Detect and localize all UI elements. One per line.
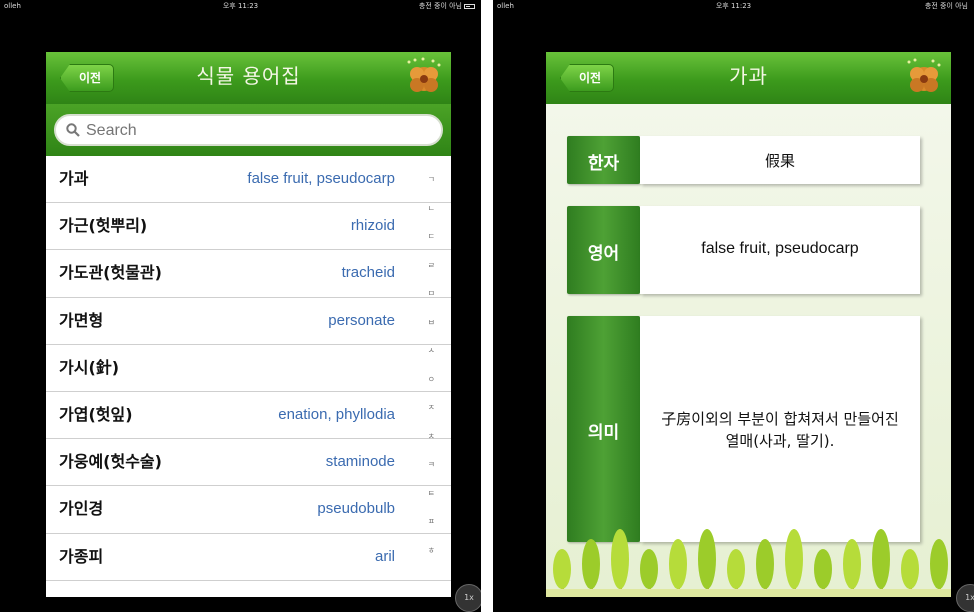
index-letter[interactable]: ㅌ [405, 488, 435, 499]
search-input[interactable] [86, 120, 416, 142]
index-letter[interactable]: ㅋ [405, 459, 435, 470]
index-letter[interactable]: ㅁ [405, 288, 435, 299]
index-letter[interactable]: ㄴ [405, 203, 435, 214]
term-detail-screen: olleh 오후 11:23 충전 중이 아님 이전 가과 한자 假果 영어 f… [493, 0, 974, 612]
term-english: false fruit, pseudocarp [247, 170, 395, 187]
term-korean: 가웅예(헛수술) [59, 452, 162, 472]
index-letter[interactable]: ㅇ [405, 374, 435, 385]
battery-icon [464, 3, 475, 9]
tree-decoration [546, 529, 951, 597]
app-view: 이전 가과 한자 假果 영어 false fruit, pseudocarp 의… [546, 52, 951, 597]
search-icon [66, 123, 80, 137]
term-list: 가과 false fruit, pseudocarp 가근(헛뿌리) rhizoid 가… [46, 156, 451, 597]
page-title: 가과 [729, 64, 768, 88]
term-korean: 가종피 [59, 546, 104, 566]
index-letter[interactable]: ㅎ [405, 545, 435, 556]
term-english: personate [328, 311, 395, 329]
meaning-value: 子房이외의 부분이 합쳐져서 만들어진 열매(사과, 딸기). [640, 316, 920, 542]
charging-label: 충전 중이 아님 [418, 2, 462, 10]
status-bar: olleh 오후 11:23 충전 중이 아님 [493, 0, 974, 12]
status-time: 오후 11:23 [222, 2, 259, 10]
term-korean: 가엽(헛잎) [59, 404, 133, 424]
list-item[interactable]: 가면형 personate [46, 298, 451, 345]
search-field[interactable] [54, 114, 443, 146]
term-korean: 가도관(헛물관) [59, 263, 162, 283]
meaning-label: 의미 [567, 316, 640, 542]
glossary-list-screen: olleh 오후 11:23 충전 중이 아님 이전 식물 용어집 Search… [0, 0, 481, 612]
term-english: enation, phyllodia [278, 405, 395, 423]
hanja-value: 假果 [640, 136, 920, 184]
zoom-button[interactable]: 1x [956, 584, 974, 612]
navigation-bar: 이전 식물 용어집 [46, 52, 451, 104]
list-item[interactable]: 가종피 aril [46, 534, 451, 581]
index-letter[interactable]: ㄹ [405, 260, 435, 271]
list-item[interactable]: 가웅예(헛수술) staminode [46, 439, 451, 487]
index-letter[interactable]: ㅊ [405, 431, 435, 442]
term-english: aril [374, 547, 395, 565]
term-english: tracheid [341, 264, 395, 282]
search-bar [46, 104, 451, 156]
navigation-bar: 이전 가과 [546, 52, 951, 104]
list-item[interactable]: 가인경 pseudobulb [46, 486, 451, 534]
term-english: rhizoid [350, 217, 395, 235]
list-item[interactable]: 가도관(헛물관) tracheid [46, 250, 451, 298]
index-letter[interactable]: ㅂ [405, 317, 435, 328]
charging-label: 충전 중이 아님 [924, 2, 968, 10]
detail-panel: 한자 假果 영어 false fruit, pseudocarp 의미 子房이외… [546, 104, 951, 597]
index-letter[interactable]: ㄱ [405, 174, 435, 185]
index-letter[interactable]: ㅅ [405, 345, 435, 356]
term-korean: 가인경 [59, 499, 104, 519]
term-korean: 가면형 [59, 310, 104, 330]
term-english: pseudobulb [317, 500, 395, 518]
battery-status: 충전 중이 아님 [925, 0, 968, 12]
english-value: false fruit, pseudocarp [640, 206, 920, 294]
term-korean: 가과 [59, 169, 89, 188]
term-english: staminode [325, 453, 395, 471]
list-item[interactable]: 가시(針) [46, 345, 451, 392]
index-letter[interactable]: ㄷ [405, 231, 435, 242]
list-item[interactable]: 가과 false fruit, pseudocarp [46, 156, 451, 204]
page-title: 식물 용어집 [196, 64, 301, 88]
zoom-button[interactable]: 1x [455, 584, 481, 612]
app-view: 이전 식물 용어집 가과false [46, 52, 451, 597]
term-korean: 가시(針) [59, 357, 120, 377]
list-item[interactable]: 가근(헛뿌리) rhizoid [46, 203, 451, 251]
flower-logo-icon [907, 58, 941, 92]
battery-status: 충전 중이 아님 [419, 0, 475, 12]
flower-logo-icon [407, 57, 441, 92]
index-letter[interactable]: ㅈ [405, 402, 435, 413]
status-bar: olleh 오후 11:23 충전 중이 아님 [0, 0, 481, 12]
hanja-label: 한자 [567, 136, 640, 184]
term-korean: 가근(헛뿌리) [59, 216, 148, 236]
english-label: 영어 [567, 206, 640, 294]
status-time: 오후 11:23 [715, 2, 752, 10]
index-bar[interactable]: ㄱㄴㄷㄹㅁㅂㅅㅇㅈㅊㅋㅌㅍㅎ [405, 156, 451, 597]
list-item[interactable]: 가엽(헛잎) enation, phyllodia [46, 392, 451, 440]
index-letter[interactable]: ㅍ [405, 516, 435, 527]
